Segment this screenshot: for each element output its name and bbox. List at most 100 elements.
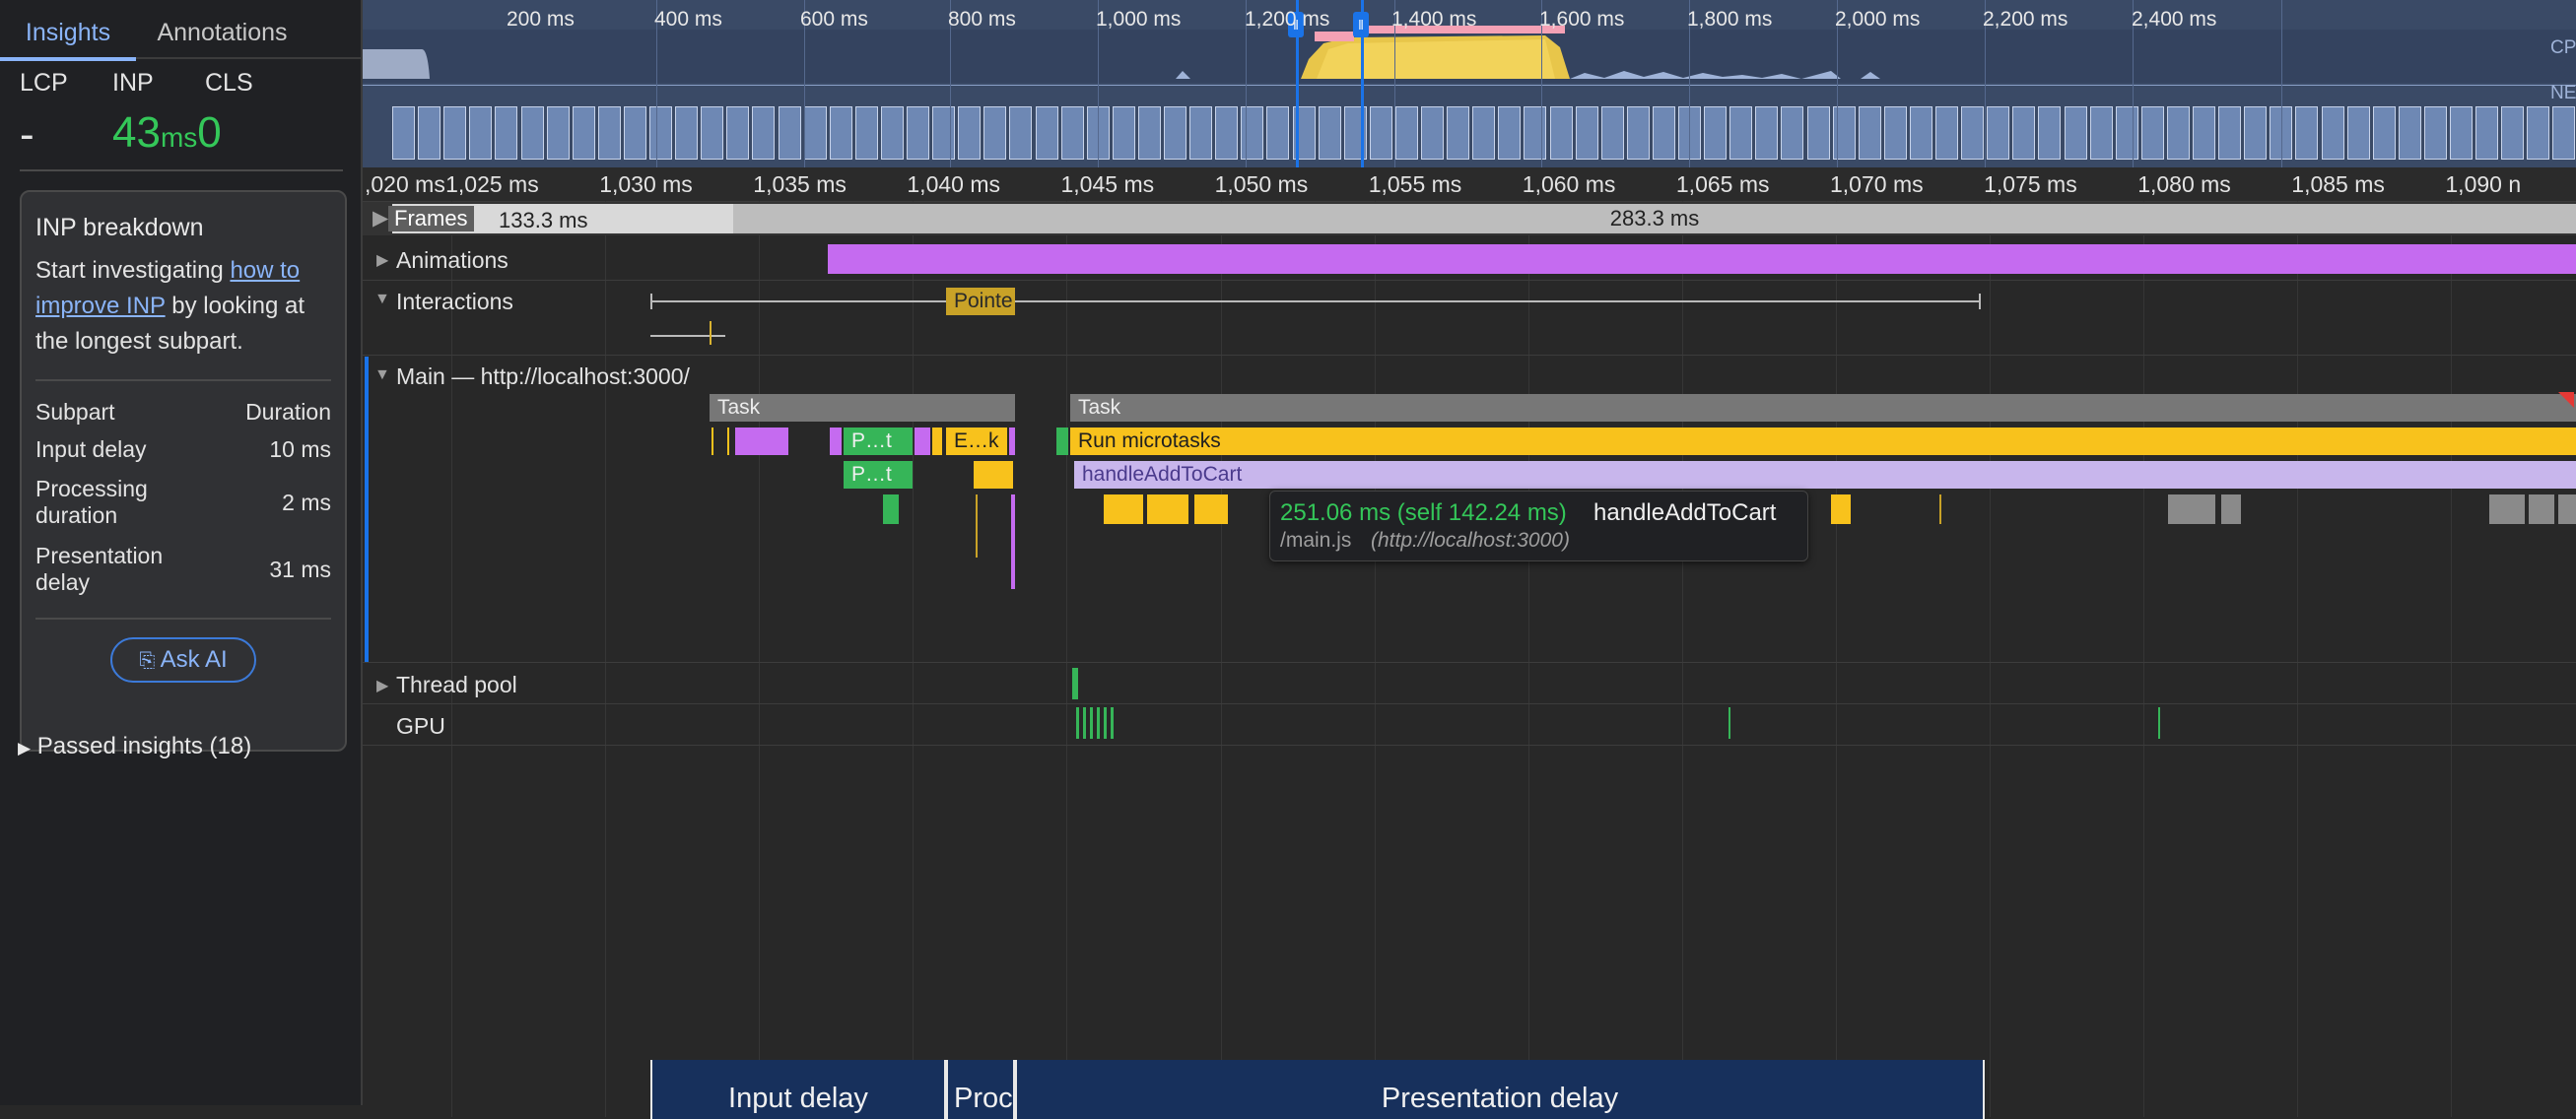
time-ruler[interactable]: ,020 ms 1,025 ms 1,030 ms 1,035 ms 1,040 ms 1…: [363, 167, 2576, 202]
main-thread-label[interactable]: Main — http://localhost:3000/: [396, 363, 690, 390]
screenshot-thumbnail[interactable]: [1241, 106, 1264, 160]
screenshot-thumbnail[interactable]: [2140, 106, 2164, 160]
screenshot-thumbnail[interactable]: [546, 106, 570, 160]
screenshot-thumbnail[interactable]: [1266, 106, 1290, 160]
gpu-track-label[interactable]: GPU: [396, 713, 445, 740]
animations-track-label[interactable]: Animations: [396, 247, 508, 274]
script-event[interactable]: [712, 428, 713, 455]
screenshot-thumbnail[interactable]: [983, 106, 1007, 160]
screenshot-thumbnail[interactable]: [854, 106, 878, 160]
screenshot-thumbnail[interactable]: [2372, 106, 2396, 160]
screenshot-thumbnail[interactable]: [1755, 106, 1779, 160]
script-event[interactable]: [1831, 494, 1851, 524]
rendering-event[interactable]: [735, 428, 788, 455]
screenshot-thumbnail[interactable]: [1498, 106, 1522, 160]
screenshot-thumbnail[interactable]: [572, 106, 595, 160]
screenshot-thumbnail[interactable]: [2218, 106, 2242, 160]
other-event[interactable]: [2558, 494, 2576, 524]
screenshot-thumbnail[interactable]: [469, 106, 493, 160]
script-event[interactable]: [1147, 494, 1188, 524]
gpu-events[interactable]: [1076, 707, 1116, 739]
screenshot-thumbnail[interactable]: [2475, 106, 2499, 160]
animations-expand-icon[interactable]: ▶: [376, 250, 388, 270]
gpu-event[interactable]: [1729, 707, 1730, 739]
paint-event[interactable]: [883, 494, 899, 524]
screenshot-thumbnail[interactable]: [1137, 106, 1161, 160]
script-event[interactable]: E…k: [946, 428, 1007, 455]
screenshot-thumbnail[interactable]: [1626, 106, 1650, 160]
screenshot-thumbnail[interactable]: [1009, 106, 1033, 160]
screenshot-thumbnail[interactable]: [2166, 106, 2190, 160]
screenshot-thumbnail[interactable]: [1164, 106, 1186, 160]
main-collapse-icon[interactable]: ▼: [374, 366, 390, 384]
screenshot-thumbnail[interactable]: [2295, 106, 2319, 160]
run-microtasks-event[interactable]: Run microtasks: [1070, 428, 2576, 455]
screenshot-thumbnail[interactable]: [1060, 106, 1084, 160]
script-event[interactable]: [1104, 494, 1143, 524]
screenshot-thumbnail[interactable]: [1215, 106, 1239, 160]
frames-track[interactable]: ▶ Frames 133.3 ms 283.3 ms: [363, 202, 2576, 235]
gpu-event[interactable]: [2158, 707, 2160, 739]
screenshot-thumbnail[interactable]: [803, 106, 827, 160]
screenshot-thumbnail[interactable]: [1472, 106, 1496, 160]
handleaddtocart-event[interactable]: handleAddToCart: [1074, 461, 2576, 489]
screenshot-thumbnail[interactable]: [443, 106, 467, 160]
screenshot-thumbnail[interactable]: [2501, 106, 2525, 160]
screenshot-thumbnail[interactable]: [2244, 106, 2268, 160]
script-event[interactable]: [976, 494, 978, 558]
task-event[interactable]: Task: [710, 394, 1015, 422]
rendering-event[interactable]: [1011, 494, 1015, 589]
passed-insights-toggle[interactable]: ▶ Passed insights (18): [18, 733, 251, 760]
ask-ai-button[interactable]: ⎘ Ask AI: [110, 637, 256, 683]
interaction-marker[interactable]: [710, 321, 712, 345]
screenshot-thumbnail[interactable]: [1935, 106, 1958, 160]
selection-end-handle[interactable]: ‖: [1353, 0, 1386, 167]
screenshot-thumbnail[interactable]: [958, 106, 982, 160]
screenshot-thumbnail[interactable]: [1035, 106, 1058, 160]
drag-handle-icon[interactable]: ‖: [1353, 12, 1369, 37]
tab-insights[interactable]: Insights: [0, 0, 136, 61]
thread-pool-event[interactable]: [1072, 668, 1078, 699]
paint-event[interactable]: P…t: [844, 428, 913, 455]
other-event[interactable]: [2529, 494, 2554, 524]
screenshot-thumbnail[interactable]: [2115, 106, 2138, 160]
frame-bar[interactable]: 283.3 ms: [733, 204, 2576, 233]
screenshot-thumbnail[interactable]: [1600, 106, 1624, 160]
input-delay-phase[interactable]: Input delay: [650, 1060, 946, 1119]
frames-expand-icon[interactable]: ▶: [373, 206, 388, 230]
interactions-track-label[interactable]: Interactions: [396, 289, 513, 315]
screenshot-thumbnail[interactable]: [880, 106, 904, 160]
screenshot-thumbnail[interactable]: [1394, 106, 1418, 160]
screenshot-thumbnail[interactable]: [2193, 106, 2215, 160]
screenshot-thumbnail[interactable]: [392, 106, 415, 160]
script-event[interactable]: [727, 428, 729, 455]
screenshot-thumbnail[interactable]: [752, 106, 776, 160]
screenshot-thumbnail[interactable]: [1421, 106, 1444, 160]
thread-pool-label[interactable]: Thread pool: [396, 672, 517, 698]
script-event[interactable]: [932, 428, 942, 455]
screenshot-thumbnail[interactable]: [701, 106, 724, 160]
screenshot-thumbnail[interactable]: [2527, 106, 2550, 160]
tab-annotations[interactable]: Annotations: [136, 0, 308, 57]
screenshot-thumbnail[interactable]: [2089, 106, 2113, 160]
screenshot-thumbnail[interactable]: [520, 106, 544, 160]
screenshot-thumbnail[interactable]: [829, 106, 852, 160]
other-event[interactable]: [2489, 494, 2525, 524]
screenshot-thumbnail[interactable]: [2450, 106, 2473, 160]
screenshot-thumbnail[interactable]: [1549, 106, 1573, 160]
screenshot-thumbnail[interactable]: [1729, 106, 1753, 160]
screenshot-thumbnail[interactable]: [1961, 106, 1985, 160]
screenshot-thumbnail[interactable]: [1318, 106, 1341, 160]
interactions-collapse-icon[interactable]: ▼: [374, 291, 390, 308]
screenshot-thumbnail[interactable]: [907, 106, 929, 160]
thread-pool-expand-icon[interactable]: ▶: [376, 676, 388, 695]
inp-value[interactable]: 43ms0: [112, 108, 222, 158]
screenshot-thumbnail[interactable]: [1987, 106, 2010, 160]
screenshot-thumbnail[interactable]: [1704, 106, 1728, 160]
screenshot-thumbnail[interactable]: [1883, 106, 1907, 160]
screenshot-thumbnail[interactable]: [649, 106, 672, 160]
paint-event[interactable]: [1056, 428, 1068, 455]
screenshot-thumbnail[interactable]: [1858, 106, 1881, 160]
pointer-interaction[interactable]: Pointe: [946, 288, 1015, 315]
screenshot-thumbnail[interactable]: [1112, 106, 1135, 160]
